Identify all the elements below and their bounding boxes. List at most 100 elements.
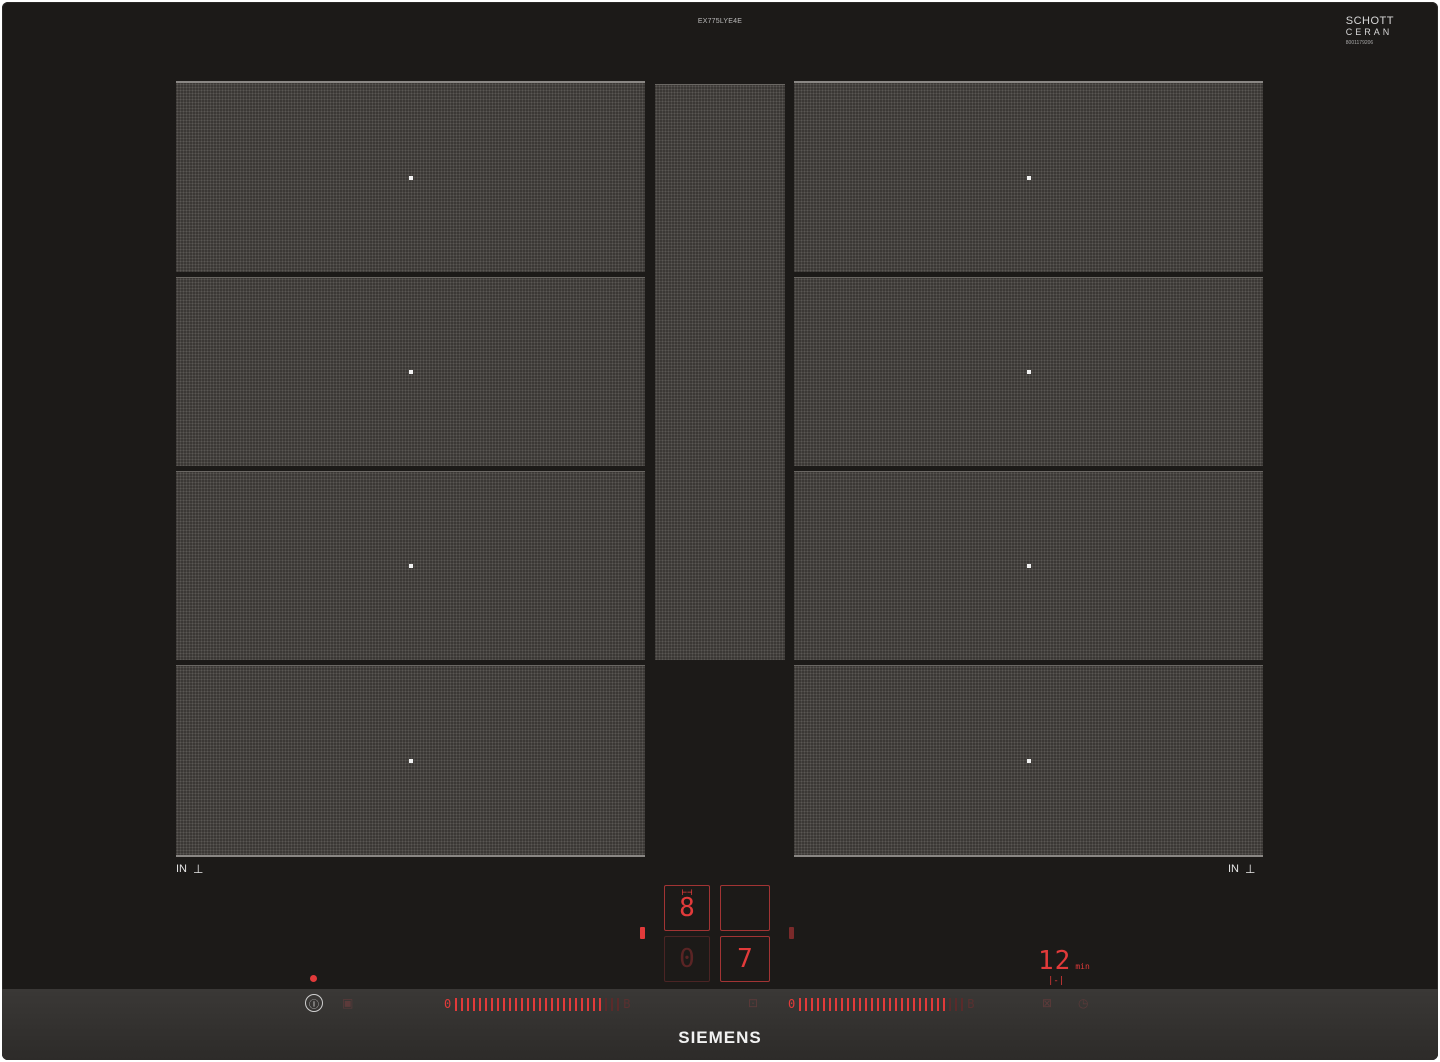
slider-tick: [509, 997, 512, 1011]
slider-tick: [817, 997, 820, 1011]
cooking-zone-right-1[interactable]: [794, 81, 1263, 272]
induction-label-text: IN: [176, 863, 187, 875]
slider-tick: [955, 997, 958, 1011]
zone-center-mark: [1026, 370, 1031, 374]
slider-tick: [611, 997, 614, 1011]
zone-center-mark: [408, 175, 413, 180]
timer-unit: min: [1075, 962, 1090, 971]
power-display-right-bottom[interactable]: 7: [720, 936, 770, 982]
cooking-zone-center-strip[interactable]: [655, 84, 785, 660]
zone-indicator-right: [789, 927, 794, 939]
brand-logo: SIEMENS: [678, 1028, 762, 1047]
slider-tick: [853, 997, 856, 1011]
flex-zone-icon[interactable]: ⊡: [748, 996, 758, 1010]
power-display-right-top[interactable]: [720, 885, 770, 931]
slider-tick: [901, 997, 904, 1011]
slider-tick: [943, 997, 946, 1011]
slider-tick: [551, 997, 554, 1011]
cooking-zone-left-1[interactable]: [176, 81, 645, 272]
slider-tick: [961, 997, 964, 1011]
slider-tick: [931, 997, 934, 1011]
cooking-zone-left-3[interactable]: [176, 471, 645, 660]
slider-tick: [455, 997, 458, 1011]
timer-value: 12: [1038, 946, 1072, 976]
cooking-zone-right-2[interactable]: [794, 277, 1263, 466]
timer-display[interactable]: 12 min |-|: [1038, 946, 1090, 986]
slider-tick: [467, 997, 470, 1011]
ceran-logo-line: CERAN: [1345, 27, 1393, 37]
slider-tick: [497, 997, 500, 1011]
model-number: EX775LYE4E: [697, 18, 743, 25]
slider-tick: [593, 997, 596, 1011]
induction-label-right: IN ⊥: [1228, 862, 1255, 876]
power-indicator-led: [310, 975, 317, 982]
schott-ceran-logo: SCHOTT CERAN 8001179206: [1345, 15, 1394, 47]
power-level-digit: 0: [679, 944, 695, 974]
slider-min-label: 0: [788, 997, 796, 1011]
slider-tick: [515, 997, 518, 1011]
slider-tick: [533, 997, 536, 1011]
slider-tick: [835, 997, 838, 1011]
slider-tick: [599, 997, 602, 1011]
slider-tick: [907, 997, 910, 1011]
slider-ticks: [455, 997, 620, 1011]
slider-tick: [491, 997, 494, 1011]
cooking-zone-right-3[interactable]: [794, 471, 1263, 660]
power-display-left-bottom[interactable]: 0: [664, 936, 710, 982]
power-slider-left[interactable]: 0 B: [444, 996, 630, 1012]
slider-tick: [895, 997, 898, 1011]
induction-label-left: IN ⊥: [176, 862, 203, 876]
stopwatch-icon[interactable]: ◷: [1078, 996, 1088, 1010]
power-icon: Ⓘ: [309, 999, 319, 1011]
slider-tick: [937, 997, 940, 1011]
slider-tick: [557, 997, 560, 1011]
slider-tick: [949, 997, 952, 1011]
slider-tick: [823, 997, 826, 1011]
slider-tick: [847, 997, 850, 1011]
slider-tick: [479, 997, 482, 1011]
timer-icon[interactable]: ⊠: [1042, 996, 1052, 1010]
slider-ticks: [799, 997, 964, 1011]
slider-tick: [503, 997, 506, 1011]
timer-bracket-icon: ⊢⊣: [681, 888, 693, 898]
slider-min-label: 0: [444, 997, 452, 1011]
slider-tick: [575, 997, 578, 1011]
power-level-digit: 8: [679, 893, 695, 923]
slider-tick: [877, 997, 880, 1011]
power-level-digit: 7: [737, 944, 753, 974]
slider-tick: [539, 997, 542, 1011]
slider-tick: [883, 997, 886, 1011]
slider-tick: [859, 997, 862, 1011]
slider-tick: [485, 997, 488, 1011]
zone-indicator-left: [640, 927, 645, 939]
cooking-zone-left-2[interactable]: [176, 277, 645, 466]
induction-label-text: IN: [1228, 863, 1239, 875]
power-display-left-top[interactable]: ⊢⊣ 8: [664, 885, 710, 931]
slider-tick: [829, 997, 832, 1011]
slider-tick: [925, 997, 928, 1011]
slider-tick: [617, 997, 620, 1011]
timer-bracket-icon: |-|: [1048, 976, 1065, 986]
power-button[interactable]: Ⓘ: [305, 994, 323, 1012]
slider-tick: [605, 997, 608, 1011]
cooktop-panel: EX775LYE4E SCHOTT CERAN 8001179206 IN ⊥ …: [2, 2, 1438, 1060]
slider-tick: [913, 997, 916, 1011]
slider-tick: [521, 997, 524, 1011]
glass-serial: 8001179206: [1345, 40, 1374, 46]
pan-detection-icon: ⊥: [1245, 862, 1256, 876]
slider-tick: [527, 997, 530, 1011]
zone-center-mark: [408, 564, 413, 568]
cooking-zone-left-4[interactable]: [176, 665, 645, 857]
zone-center-mark: [1026, 758, 1031, 763]
cooking-zone-right-4[interactable]: [794, 665, 1263, 857]
power-slider-right[interactable]: 0 B: [788, 996, 974, 1012]
zone-center-mark: [1026, 175, 1031, 180]
control-strip: [2, 989, 1438, 1060]
schott-logo-line: SCHOTT: [1345, 15, 1394, 27]
slider-tick: [805, 997, 808, 1011]
zone-center-mark: [408, 758, 413, 763]
lock-icon[interactable]: ▣: [342, 996, 353, 1010]
slider-tick: [473, 997, 476, 1011]
slider-tick: [587, 997, 590, 1011]
slider-tick: [811, 997, 814, 1011]
